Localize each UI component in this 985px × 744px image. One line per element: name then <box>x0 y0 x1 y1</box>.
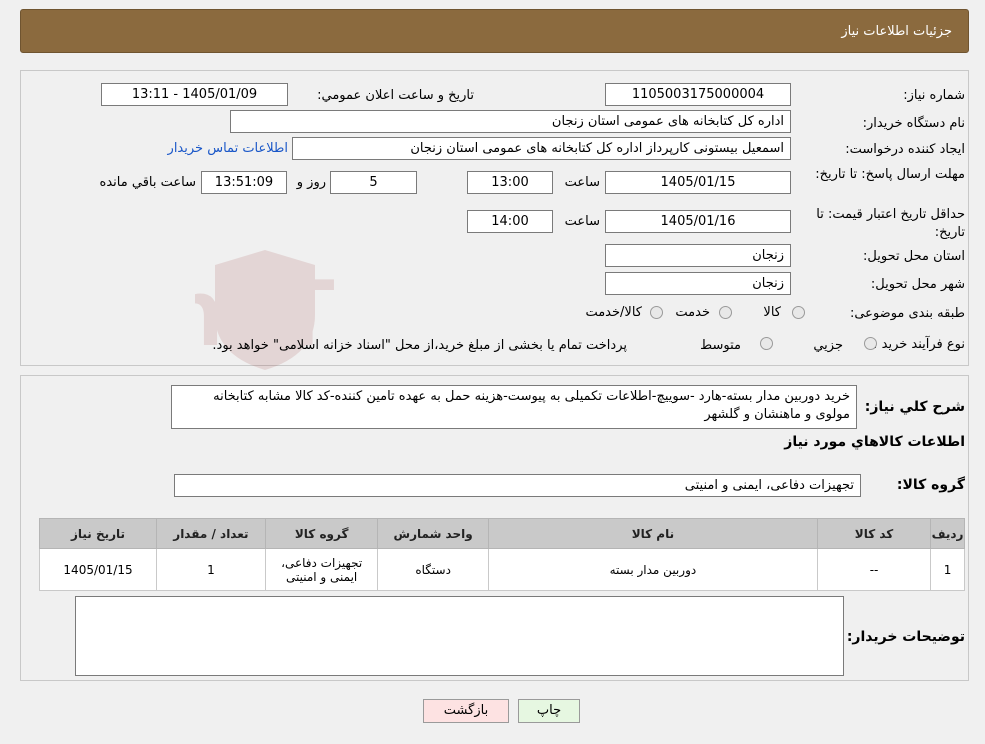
goods-group-field: تجهیزات دفاعی، ایمنی و امنیتی <box>174 474 861 497</box>
cell-goods-code: -- <box>817 548 932 591</box>
print-button[interactable]: چاپ <box>518 699 580 723</box>
province-field: زنجان <box>605 244 791 267</box>
process-option-minor: جزيي <box>813 338 843 353</box>
col-goods-name: نام کالا <box>487 518 819 549</box>
remaining-time-field: 13:51:09 <box>201 171 287 194</box>
city-field: زنجان <box>605 272 791 295</box>
remaining-days-field: 5 <box>330 171 417 194</box>
cell-need-date: 1405/01/15 <box>38 548 158 591</box>
creator-field: اسمعیل بیستونی کارپرداز اداره کل کتابخان… <box>292 137 791 160</box>
buyer-notes-label: توضيحات خريدار: <box>846 629 965 645</box>
goods-table-header: رديف کد کالا نام کالا واحد شمارش گروه کا… <box>38 518 965 549</box>
page-title: جزئیات اطلاعات نیاز <box>841 24 952 39</box>
table-row: 1 -- دوربین مدار بسته دستگاه تجهیزات دفا… <box>38 548 965 591</box>
validity-time-label: ساعت <box>564 214 600 229</box>
buyer-notes-textarea[interactable] <box>75 596 844 676</box>
need-number-label: شماره نیاز: <box>903 88 965 103</box>
need-number-field: 1105003175000004 <box>605 83 791 106</box>
cell-row-number: 1 <box>930 548 965 591</box>
cell-goods-name: دوربین مدار بسته <box>487 548 819 591</box>
goods-group-label: گروه کالا: <box>896 477 965 493</box>
province-label: استان محل تحويل: <box>863 249 965 264</box>
cell-goods-group: تجهیزات دفاعی، ایمنی و امنیتی <box>264 548 379 591</box>
process-option-medium: متوسط <box>700 338 741 353</box>
goods-section-title: اطلاعات کالاهاي مورد نياز <box>784 434 965 450</box>
summary-textarea[interactable]: خرید دوربین مدار بسته-هارد -سوییچ-اطلاعا… <box>171 385 857 429</box>
process-radio-medium[interactable] <box>760 337 773 350</box>
cell-quantity: 1 <box>156 548 266 591</box>
col-unit: واحد شمارش <box>377 518 489 549</box>
announce-datetime-field: 1405/01/09 - 13:11 <box>101 83 288 106</box>
col-goods-group: گروه کالا <box>264 518 379 549</box>
deadline-time-field: 13:00 <box>467 171 553 194</box>
process-note: پرداخت تمام يا بخشی از مبلغ خريد،از محل … <box>212 338 627 353</box>
category-option-goods: کالا <box>763 305 781 320</box>
remaining-label: ساعت باقي مانده <box>99 175 196 190</box>
summary-label: شرح کلي نياز: <box>864 399 965 415</box>
col-need-date: تاريخ نياز <box>38 518 158 549</box>
page-header: جزئیات اطلاعات نیاز <box>20 9 969 53</box>
cell-unit: دستگاه <box>377 548 489 591</box>
category-radio-goods-service[interactable] <box>650 306 663 319</box>
col-quantity: تعداد / مقدار <box>156 518 266 549</box>
validity-time-field: 14:00 <box>467 210 553 233</box>
creator-label: ايجاد کننده درخواست: <box>845 142 965 157</box>
validity-label: حداقل تاريخ اعتبار قيمت: تا تاريخ: <box>816 207 965 240</box>
category-option-service: خدمت <box>675 305 710 320</box>
deadline-time-label: ساعت <box>564 175 600 190</box>
category-option-goods-service: کالا/خدمت <box>585 305 642 320</box>
goods-table: رديف کد کالا نام کالا واحد شمارش گروه کا… <box>38 518 965 591</box>
buyer-org-label: نام دستگاه خريدار: <box>862 116 965 131</box>
col-row-number: رديف <box>930 518 965 549</box>
category-radio-service[interactable] <box>719 306 732 319</box>
announce-label: تاریخ و ساعت اعلان عمومي: <box>317 88 474 103</box>
back-button[interactable]: بازگشت <box>423 699 509 723</box>
validity-date-field: 1405/01/16 <box>605 210 791 233</box>
col-goods-code: کد کالا <box>817 518 932 549</box>
buyer-org-field: اداره کل کتابخانه های عمومی استان زنجان <box>230 110 791 133</box>
process-label: نوع فرآيند خريد : <box>873 337 965 352</box>
deadline-label: مهلت ارسال پاسخ: تا تاريخ: <box>815 167 965 182</box>
deadline-date-field: 1405/01/15 <box>605 171 791 194</box>
days-label: روز و <box>296 175 326 190</box>
city-label: شهر محل تحويل: <box>870 277 965 292</box>
buyer-contact-link[interactable]: اطلاعات تماس خريدار <box>168 141 288 156</box>
process-radio-minor[interactable] <box>864 337 877 350</box>
category-radio-goods[interactable] <box>792 306 805 319</box>
category-label: طبقه بندی موضوعی: <box>849 306 965 321</box>
